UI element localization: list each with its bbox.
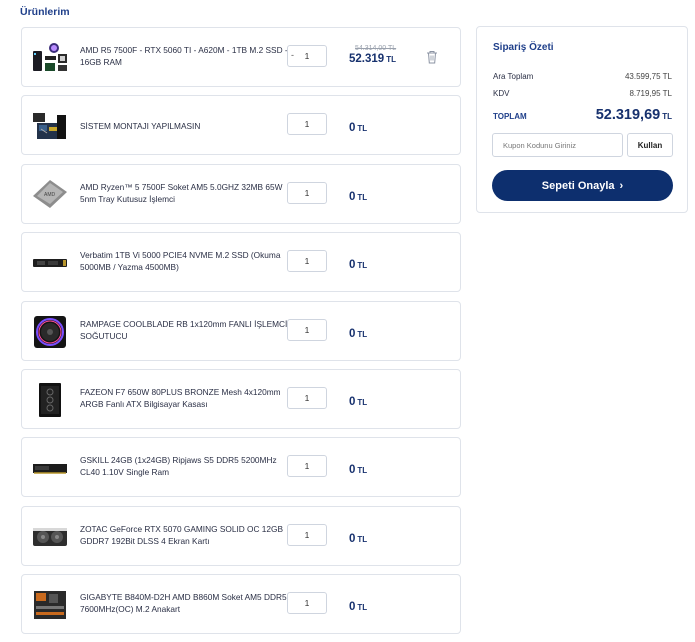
quantity-input[interactable]: 1 bbox=[287, 318, 327, 341]
product-name[interactable]: Verbatim 1TB Vi 5000 PCIE4 NVME M.2 SSD … bbox=[80, 249, 292, 273]
confirm-cart-label: Sepeti Onayla bbox=[541, 179, 615, 192]
quantity-input[interactable]: 1 bbox=[287, 592, 327, 615]
cart-items-list: AMD R5 7500F - RTX 5060 TI - A620M - 1TB… bbox=[21, 27, 461, 642]
qty-value: 1 bbox=[304, 461, 310, 472]
qty-value: 1 bbox=[304, 529, 310, 540]
trash-icon[interactable] bbox=[426, 50, 438, 64]
cart-item: RAMPAGE COOLBLADE RB 1x120mm FANLI İŞLEM… bbox=[21, 300, 461, 361]
quantity-input[interactable]: 1 bbox=[287, 250, 327, 273]
apply-coupon-button[interactable]: Kullan bbox=[627, 133, 673, 157]
tax-label: KDV bbox=[493, 89, 510, 98]
product-price: 0 TL bbox=[349, 395, 368, 408]
order-summary: Sipariş Özeti Ara Toplam 43.599,75 TL KD… bbox=[476, 26, 688, 213]
chevron-right-icon: › bbox=[619, 179, 624, 192]
total-value: 52.319,69 TL bbox=[595, 107, 672, 123]
quantity-input[interactable]: 1 bbox=[287, 181, 327, 204]
product-name[interactable]: SİSTEM MONTAJI YAPILMASIN bbox=[80, 120, 292, 132]
cart-item: AMD R5 7500F - RTX 5060 TI - A620M - 1TB… bbox=[21, 27, 461, 87]
motherboard-icon[interactable] bbox=[30, 588, 70, 622]
products-title: Ürünlerim bbox=[20, 6, 70, 18]
coupon-input[interactable] bbox=[492, 133, 623, 157]
qty-value: 1 bbox=[304, 324, 310, 335]
quantity-input[interactable]: 1 bbox=[287, 455, 327, 478]
ram-icon[interactable] bbox=[30, 451, 70, 485]
cart-item: FAZEON F7 650W 80PLUS BRONZE Mesh 4x120m… bbox=[21, 368, 461, 429]
product-price: 0 TL bbox=[349, 464, 368, 477]
subtotal-value: 43.599,75 TL bbox=[624, 72, 672, 81]
cart-item: Verbatim 1TB Vi 5000 PCIE4 NVME M.2 SSD … bbox=[21, 232, 461, 293]
product-price: 0 TL bbox=[349, 532, 368, 545]
quantity-input[interactable]: 1 bbox=[287, 523, 327, 546]
product-name[interactable]: GIGABYTE B840M-D2H AMD B860M Soket AM5 D… bbox=[80, 591, 292, 615]
product-name[interactable]: GSKILL 24GB (1x24GB) Ripjaws S5 DDR5 520… bbox=[80, 454, 292, 478]
ssd-icon[interactable] bbox=[30, 246, 70, 280]
product-name[interactable]: AMD R5 7500F - RTX 5060 TI - A620M - 1TB… bbox=[80, 44, 292, 68]
qty-value: 1 bbox=[304, 119, 310, 130]
product-price: 0 TL bbox=[349, 601, 368, 614]
product-name[interactable]: RAMPAGE COOLBLADE RB 1x120mm FANLI İŞLEM… bbox=[80, 318, 292, 342]
total-label: TOPLAM bbox=[493, 112, 527, 121]
product-price: 0 TL bbox=[349, 190, 368, 203]
qty-value: 1 bbox=[304, 187, 310, 198]
cart-item: SİSTEM MONTAJI YAPILMASIN 1 0 TL bbox=[21, 95, 461, 156]
product-price: 0 TL bbox=[349, 259, 368, 272]
quantity-input[interactable]: 1 bbox=[287, 386, 327, 409]
product-price: 52.319 TL bbox=[349, 53, 396, 65]
tax-value: 8.719,95 TL bbox=[629, 89, 672, 98]
product-name[interactable]: FAZEON F7 650W 80PLUS BRONZE Mesh 4x120m… bbox=[80, 386, 292, 410]
svg-text:AMD: AMD bbox=[44, 192, 56, 198]
cart-item: GIGABYTE B840M-D2H AMD B860M Soket AM5 D… bbox=[21, 574, 461, 635]
gpu-icon[interactable] bbox=[30, 520, 70, 554]
quantity-input[interactable]: - 1 bbox=[287, 45, 327, 67]
summary-title: Sipariş Özeti bbox=[493, 42, 554, 53]
product-name[interactable]: AMD Ryzen™ 5 7500F Soket AM5 5.0GHZ 32MB… bbox=[80, 181, 292, 205]
pc-bundle-icon[interactable] bbox=[30, 41, 70, 75]
confirm-cart-button[interactable]: Sepeti Onayla › bbox=[492, 170, 673, 201]
cooler-icon[interactable] bbox=[30, 315, 70, 349]
cpu-icon[interactable]: AMD bbox=[30, 178, 70, 212]
product-price: 0 TL bbox=[349, 122, 368, 135]
assembly-icon[interactable] bbox=[30, 109, 70, 143]
qty-value: 1 bbox=[304, 392, 310, 403]
old-price: 54.314,00 TL bbox=[355, 45, 397, 52]
product-price: 0 TL bbox=[349, 327, 368, 340]
cart-item: ZOTAC GeForce RTX 5070 GAMING SOLID OC 1… bbox=[21, 505, 461, 566]
subtotal-label: Ara Toplam bbox=[493, 72, 534, 81]
quantity-input[interactable]: 1 bbox=[287, 113, 327, 136]
product-name[interactable]: ZOTAC GeForce RTX 5070 GAMING SOLID OC 1… bbox=[80, 523, 292, 547]
qty-value: 1 bbox=[304, 256, 310, 267]
cart-item: GSKILL 24GB (1x24GB) Ripjaws S5 DDR5 520… bbox=[21, 437, 461, 498]
case-icon[interactable] bbox=[30, 382, 70, 417]
qty-value: 1 bbox=[304, 51, 310, 61]
qty-value: 1 bbox=[304, 598, 310, 609]
cart-item: AMD AMD Ryzen™ 5 7500F Soket AM5 5.0GHZ … bbox=[21, 163, 461, 224]
